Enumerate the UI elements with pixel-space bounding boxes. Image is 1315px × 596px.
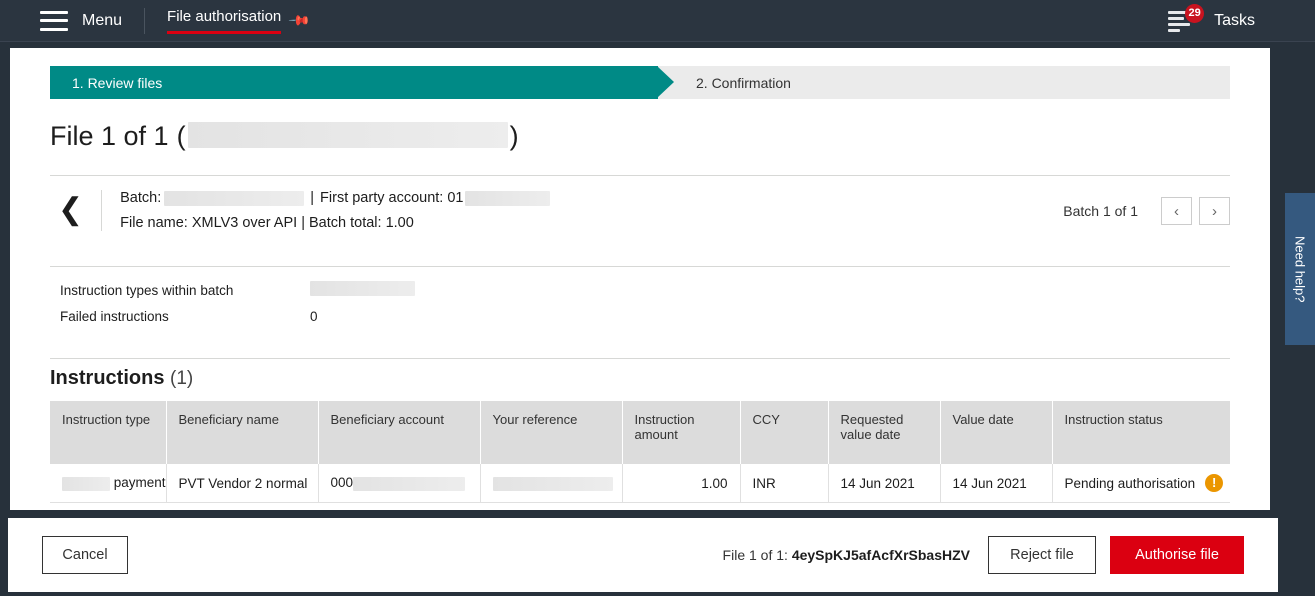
batch-vertical-divider <box>101 190 103 231</box>
batch-line-1: Batch: | First party account: 01 <box>120 190 1063 206</box>
batch-line-2: File name: XMLV3 over API | Batch total:… <box>120 215 414 231</box>
authorise-file-button[interactable]: Authorise file <box>1110 536 1244 574</box>
batch-prev-button[interactable]: ‹ <box>1161 197 1192 225</box>
divider-summary <box>50 358 1230 359</box>
table-header-row: Instruction type Beneficiary name Benefi… <box>50 401 1230 464</box>
instructions-heading-text: Instructions <box>50 367 165 389</box>
column-instruction-amount: Instruction amount <box>622 401 741 464</box>
summary-row: Instruction types within batch <box>60 277 1230 303</box>
beneficiary-account-prefix: 000 <box>330 475 354 491</box>
warning-exclamation-icon[interactable]: ! <box>1205 474 1224 492</box>
file-id-label: File 1 of 1: 4eySpKJ5afAcfXrSbasHZV <box>723 547 970 563</box>
cancel-button[interactable]: Cancel <box>42 536 128 574</box>
beneficiary-account-redacted <box>353 476 466 491</box>
cell-instruction-status: Pending authorisation ! <box>1052 464 1230 503</box>
tasks-badge: 29 <box>1185 3 1205 23</box>
column-your-reference: Your reference <box>480 401 623 464</box>
tab-file-authorisation-label: File authorisation <box>167 8 282 34</box>
top-navigation-bar: Menu File authorisation 📌 29 Tasks <box>0 0 1315 42</box>
page-title-close-paren: ) <box>509 121 519 151</box>
summary-label: Instruction types within batch <box>60 282 234 298</box>
cell-ccy: INR <box>740 464 829 503</box>
tab-file-authorisation[interactable]: File authorisation 📌 <box>167 8 313 34</box>
pin-icon[interactable]: 📌 <box>288 8 313 32</box>
table-row[interactable]: payments PVT Vendor 2 normal 000 1.00 IN… <box>50 464 1230 503</box>
page-title-prefix: File 1 of 1 <box>50 121 169 151</box>
instructions-heading: Instructions (1) <box>50 367 1230 390</box>
cell-your-reference <box>480 464 623 503</box>
column-ccy: CCY <box>740 401 829 464</box>
column-beneficiary-name: Beneficiary name <box>166 401 319 464</box>
batch-count-label: Batch 1 of 1 <box>1063 203 1138 219</box>
cell-instruction-type: payments <box>50 464 167 503</box>
chevron-left-icon: ‹ <box>1174 202 1179 220</box>
column-instruction-type: Instruction type <box>50 401 167 464</box>
summary-value <box>310 281 415 299</box>
file-id-prefix: File 1 of 1: <box>722 547 792 563</box>
instructions-table: Instruction type Beneficiary name Benefi… <box>50 401 1230 503</box>
footer-actions: File 1 of 1: 4eySpKJ5afAcfXrSbasHZV Reje… <box>723 536 1244 574</box>
nav-divider <box>144 7 146 34</box>
need-help-label: Need help? <box>1292 235 1308 303</box>
summary-label: Failed instructions <box>60 308 169 324</box>
batch-pagination: Batch 1 of 1 ‹ › <box>1063 190 1230 225</box>
column-beneficiary-account: Beneficiary account <box>318 401 481 464</box>
file-id-value: 4eySpKJ5afAcfXrSbasHZV <box>791 547 970 563</box>
batch-separator: | <box>310 190 315 206</box>
first-party-account-label: First party account: 01 <box>320 190 464 206</box>
first-party-account-redacted <box>465 190 551 206</box>
hamburger-menu-icon[interactable] <box>40 10 68 31</box>
action-footer: Cancel File 1 of 1: 4eySpKJ5afAcfXrSbasH… <box>8 518 1278 592</box>
tasks-button[interactable]: 29 Tasks <box>1168 3 1255 32</box>
cell-beneficiary-account: 000 <box>318 464 481 503</box>
column-instruction-status: Instruction status <box>1052 401 1230 464</box>
main-content-card: 1. Review files 2. Confirmation File 1 o… <box>10 48 1270 510</box>
column-requested-value-date: Requested value date <box>828 401 941 464</box>
cell-requested-value-date: 14 Jun 2021 <box>828 464 941 503</box>
cell-value-date: 14 Jun 2021 <box>940 464 1053 503</box>
batch-next-button[interactable]: › <box>1199 197 1230 225</box>
cell-beneficiary-name: PVT Vendor 2 normal <box>166 464 319 503</box>
page-title: File 1 of 1 ( ) <box>50 119 1230 152</box>
column-value-date: Value date <box>940 401 1053 464</box>
batch-details: Batch: | First party account: 01 File na… <box>120 190 1063 231</box>
summary-value: 0 <box>310 308 318 324</box>
batch-value-redacted <box>164 190 305 206</box>
summary-row: Failed instructions 0 <box>60 303 1230 329</box>
progress-steps: 1. Review files 2. Confirmation <box>50 66 1230 99</box>
step-confirmation-label: 2. Confirmation <box>696 74 791 91</box>
step-confirmation: 2. Confirmation <box>658 66 1230 99</box>
reject-file-button[interactable]: Reject file <box>988 536 1096 574</box>
instruction-types-redacted <box>310 281 415 296</box>
page-title-open-paren: ( <box>176 121 186 151</box>
your-reference-redacted <box>492 476 613 491</box>
cell-instruction-amount: 1.00 <box>622 464 741 503</box>
tasks-list-icon: 29 <box>1168 3 1205 32</box>
status-text: Pending authorisation <box>1064 475 1196 491</box>
need-help-tab[interactable]: Need help? <box>1285 193 1315 345</box>
batch-label: Batch: <box>120 190 162 206</box>
step-review-files-label: 1. Review files <box>72 74 163 91</box>
menu-button[interactable]: Menu <box>82 12 122 30</box>
step-review-files[interactable]: 1. Review files <box>50 66 674 99</box>
back-chevron-icon[interactable]: ❮ <box>50 190 101 225</box>
page-title-redacted-value <box>187 122 508 148</box>
tasks-label: Tasks <box>1214 11 1255 29</box>
batch-summary: Instruction types within batch Failed in… <box>50 267 1230 335</box>
batch-header: ❮ Batch: | First party account: 01 File … <box>50 176 1230 243</box>
instruction-type-text: payments <box>113 475 166 491</box>
instruction-type-redacted <box>62 476 110 491</box>
chevron-right-icon: › <box>1212 202 1217 220</box>
instructions-count: (1) <box>170 368 194 389</box>
